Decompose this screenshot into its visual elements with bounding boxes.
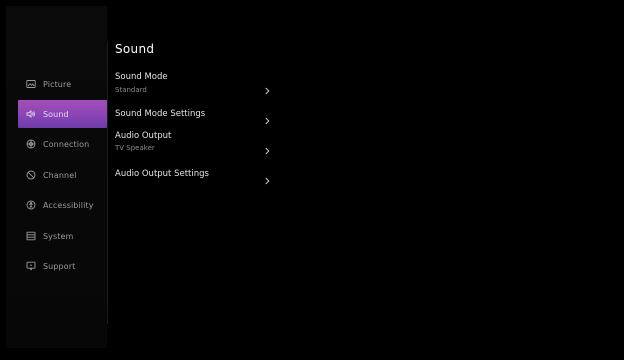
sidebar-item-picture[interactable]: Picture [18,70,107,98]
chevron-right-icon [263,170,271,185]
system-icon [26,231,36,241]
accessibility-icon [26,200,36,210]
sidebar-item-channel[interactable]: Channel [18,161,107,189]
sidebar-item-label: Sound [43,109,69,119]
menu-item-audio-output[interactable]: Audio Output TV Speaker [115,130,271,158]
menu-item-label: Audio Output [115,131,172,141]
menu-item-label: Sound Mode Settings [115,109,206,119]
sidebar-item-system[interactable]: System [18,222,107,250]
settings-sidebar: Picture Sound Connection Channel Accessi… [6,6,107,348]
menu-item-sound-mode[interactable]: Sound Mode Standard [115,70,271,98]
chevron-right-icon [263,140,271,155]
sidebar-item-label: Channel [43,170,77,180]
menu-item-value: TV Speaker [115,144,155,152]
sidebar-item-label: Picture [43,79,72,89]
menu-item-sound-mode-settings[interactable]: Sound Mode Settings [115,100,271,128]
tv-settings-screen: Picture Sound Connection Channel Accessi… [6,6,617,348]
chevron-right-icon [263,110,271,125]
sidebar-item-sound[interactable]: Sound [18,100,107,128]
sidebar-item-label: Support [43,261,76,271]
sound-icon [26,109,36,119]
sidebar-item-connection[interactable]: Connection [18,130,107,158]
page-title: Sound [115,42,155,56]
sidebar-item-accessibility[interactable]: Accessibility [18,191,107,219]
sidebar-divider [107,42,108,324]
menu-item-value: Standard [115,86,147,94]
menu-item-label: Sound Mode [115,72,168,82]
sidebar-item-label: System [43,231,74,241]
support-icon [26,261,36,271]
menu-item-label: Audio Output Settings [115,169,209,179]
sidebar-item-label: Accessibility [43,200,94,210]
menu-item-audio-output-settings[interactable]: Audio Output Settings [115,160,271,188]
sidebar-item-support[interactable]: Support [18,252,107,280]
sidebar-item-label: Connection [43,139,90,149]
channel-icon [26,170,36,180]
chevron-right-icon [263,80,271,95]
picture-icon [26,79,36,89]
connection-icon [26,139,36,149]
